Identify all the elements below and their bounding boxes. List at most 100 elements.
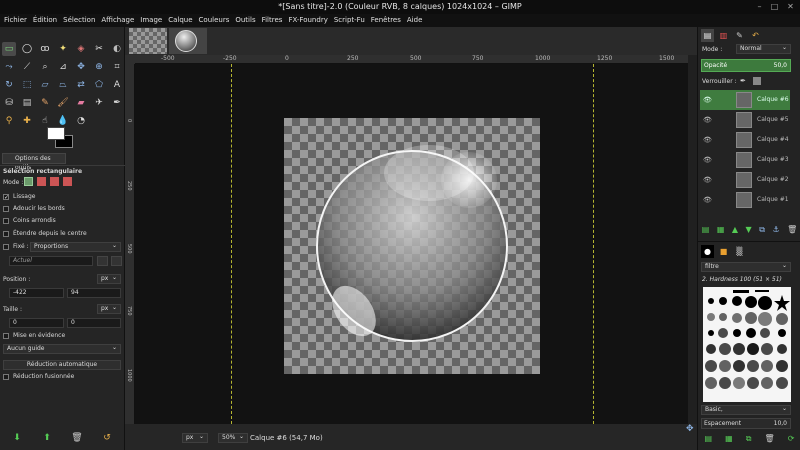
spacing-slider[interactable]: Espacement 10,0 [701, 418, 791, 429]
layer-row[interactable]: 👁 Calque #4 [700, 130, 790, 150]
eye-icon[interactable]: 👁 [703, 150, 712, 170]
dodge-icon[interactable]: ◔ [74, 114, 88, 128]
move-icon[interactable]: ✥ [74, 60, 88, 74]
delete-options-icon[interactable]: 🗑 [70, 431, 84, 445]
menu-image[interactable]: Image [140, 14, 162, 27]
unit-dropdown[interactable]: px [182, 433, 208, 443]
coins-option[interactable]: Coins arrondis [3, 217, 56, 224]
delete-layer-icon[interactable]: 🗑 [787, 225, 797, 239]
measure-icon[interactable]: ⊿ [56, 60, 70, 74]
blend-icon[interactable]: ▤ [20, 96, 34, 110]
mise-option[interactable]: Mise en évidence [3, 332, 65, 339]
paths-icon[interactable]: ⤳ [2, 60, 16, 74]
image-tab-1[interactable] [129, 28, 167, 54]
patterns-tab-icon[interactable]: ■ [717, 245, 730, 258]
etendre-option[interactable]: Étendre depuis le centre [3, 230, 87, 237]
image-canvas[interactable] [284, 118, 540, 374]
perspective-icon[interactable]: ⏢ [56, 78, 70, 92]
airbrush-icon[interactable]: ✈ [92, 96, 106, 110]
layer-row[interactable]: 👁 Calque #5 [700, 110, 790, 130]
flip-icon[interactable]: ⇄ [74, 78, 88, 92]
usage-option[interactable]: ✓ Lissage [3, 193, 35, 200]
menu-aide[interactable]: Aide [407, 14, 422, 27]
pencil-icon[interactable]: ✎ [38, 96, 52, 110]
layer-row[interactable]: 👁 Calque #2 [700, 170, 790, 190]
maximize-button[interactable]: □ [770, 2, 779, 11]
shear-icon[interactable]: ▱ [38, 78, 52, 92]
layer-row[interactable]: 👁 Calque #3 [700, 150, 790, 170]
fg-bg-colors[interactable] [47, 127, 75, 149]
text-icon[interactable]: A [110, 78, 124, 92]
fixe-dropdown[interactable]: Proportions [30, 242, 121, 252]
mode-add-icon[interactable] [37, 177, 46, 186]
horizontal-ruler[interactable]: -500 -250 0 250 500 750 1000 1250 1500 [135, 55, 688, 64]
rotate-icon[interactable]: ↻ [2, 78, 16, 92]
bucket-fill-icon[interactable]: ⛁ [2, 96, 16, 110]
scissors-icon[interactable]: ✂ [92, 42, 106, 56]
cage-icon[interactable]: ⬠ [92, 78, 106, 92]
ellipse-select-icon[interactable]: ◯ [20, 42, 34, 56]
swap-icon[interactable] [97, 256, 108, 266]
opacity-slider[interactable]: Opacité 50,0 [701, 59, 791, 72]
tool-options-tab[interactable]: Options des outils [2, 153, 66, 171]
crop-icon[interactable]: ⌗ [110, 60, 124, 74]
brush-tag-dropdown[interactable]: Basic, [701, 405, 791, 415]
menu-fx-foundry[interactable]: FX-Foundry [288, 14, 327, 27]
eye-icon[interactable]: 👁 [703, 110, 712, 130]
lower-layer-icon[interactable]: ▼ [746, 225, 752, 239]
foreground-select-icon[interactable]: ◐ [110, 42, 124, 56]
layers-tab-icon[interactable]: ▤ [701, 29, 714, 42]
eye-icon[interactable]: 👁 [703, 170, 712, 190]
guide-line[interactable] [593, 64, 594, 424]
rect-select-icon[interactable]: ▭ [2, 42, 16, 56]
layer-row[interactable]: 👁 Calque #6 [700, 90, 790, 110]
reset-options-icon[interactable]: ↺ [100, 431, 114, 445]
menu-affichage[interactable]: Affichage [101, 14, 134, 27]
anchor-icon[interactable]: ⚓ [772, 225, 779, 239]
lock-pixels-icon[interactable]: ✒ [740, 77, 746, 85]
brush-grid[interactable] [703, 287, 791, 402]
position-unit-dropdown[interactable]: px [97, 274, 121, 284]
menu-script-fu[interactable]: Script-Fu [334, 14, 365, 27]
image-tab-2[interactable] [169, 28, 207, 54]
menu-filtres[interactable]: Filtres [262, 14, 283, 27]
scale-icon[interactable]: ⬚ [20, 78, 34, 92]
color-select-icon[interactable]: ◈ [74, 42, 88, 56]
menu-selection[interactable]: Sélection [63, 14, 95, 27]
eye-icon[interactable]: 👁 [703, 190, 712, 210]
delete-brush-icon[interactable]: 🗑 [765, 434, 775, 446]
heal-icon[interactable]: ✚ [20, 114, 34, 128]
mode-replace-icon[interactable] [24, 177, 33, 186]
save-options-icon[interactable]: ⬇ [10, 431, 24, 445]
duplicate-layer-icon[interactable]: ⧉ [759, 225, 765, 239]
menu-calque[interactable]: Calque [168, 14, 192, 27]
foreground-color-swatch[interactable] [47, 127, 65, 140]
menu-edition[interactable]: Édition [33, 14, 57, 27]
duplicate-brush-icon[interactable]: ⧉ [746, 434, 752, 446]
lock-alpha-icon[interactable] [753, 77, 761, 85]
eye-icon[interactable]: 👁 [703, 90, 712, 110]
menu-fichier[interactable]: Fichier [4, 14, 27, 27]
adoucir-option[interactable]: Adoucir les bords [3, 205, 65, 212]
vertical-ruler[interactable]: 0 250 500 750 1000 [125, 64, 135, 424]
gradients-tab-icon[interactable]: ▒ [733, 245, 746, 258]
restore-options-icon[interactable]: ⬆ [40, 431, 54, 445]
paths-tab-icon[interactable]: ✎ [733, 29, 746, 42]
channels-tab-icon[interactable]: ▥ [717, 29, 730, 42]
zoom-dropdown[interactable]: 50% [218, 433, 248, 443]
smudge-icon[interactable]: ☝ [38, 114, 52, 128]
new-brush-icon[interactable]: ▦ [725, 434, 733, 446]
mode-intersect-icon[interactable] [63, 177, 72, 186]
size-h-field[interactable]: 0 [67, 318, 121, 328]
paintbrush-icon[interactable]: 🖌 [56, 96, 70, 110]
raise-layer-icon[interactable]: ▲ [732, 225, 738, 239]
fixe-option[interactable]: Fixé : [3, 243, 29, 250]
menu-fenetres[interactable]: Fenêtres [371, 14, 401, 27]
navigate-icon[interactable]: ✥ [686, 424, 696, 434]
close-button[interactable]: ✕ [786, 2, 795, 11]
size-w-field[interactable]: 0 [9, 318, 64, 328]
clone-icon[interactable]: ⚲ [2, 114, 16, 128]
guide-dropdown[interactable]: Aucun guide [3, 344, 121, 354]
brush-filter-dropdown[interactable]: filtre [701, 262, 791, 272]
actuel-field[interactable]: Actuel [9, 256, 93, 266]
